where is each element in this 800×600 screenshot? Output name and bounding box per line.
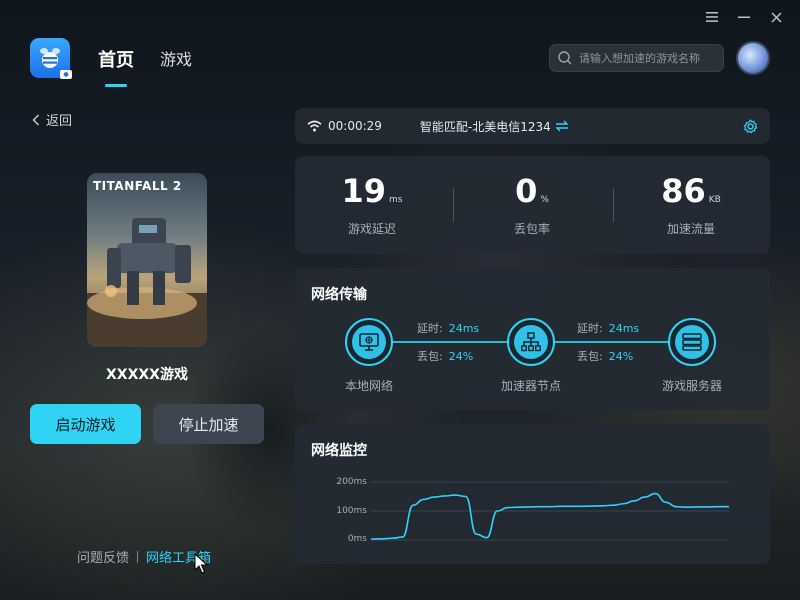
search-box[interactable]: [549, 44, 724, 72]
node-local-network: [345, 318, 393, 366]
stat-traffic: 86 KB 加速流量: [616, 172, 766, 237]
stat-packet-loss-label: 丢包率: [513, 222, 550, 236]
start-game-button[interactable]: 启动游戏: [30, 404, 141, 444]
stat-divider: [453, 188, 454, 222]
search-icon: [558, 51, 572, 65]
link-1-loss: 丢包: 24%: [417, 348, 473, 364]
link-1-latency-label: 延时:: [417, 322, 443, 335]
link-1-latency-value: 24ms: [448, 322, 480, 335]
link-1-loss-value: 24%: [448, 350, 474, 363]
network-node-icon: [521, 332, 541, 352]
stat-traffic-value: 86: [661, 172, 706, 210]
connection-line: [555, 341, 668, 343]
stop-acceleration-button[interactable]: 停止加速: [153, 404, 264, 444]
window-controls: [706, 9, 782, 25]
stat-latency-unit: ms: [389, 195, 403, 205]
network-transmission-panel: 网络传输 本地网络 加速器节点 游戏服务器 延时: 24ms 丢包: 24% 延…: [295, 268, 770, 410]
search-input[interactable]: [579, 51, 719, 65]
link-2-latency-label: 延时:: [577, 322, 603, 335]
stat-packet-loss-unit: %: [540, 195, 549, 205]
link-1-latency: 延时: 24ms: [417, 320, 479, 336]
wifi-icon: [307, 120, 322, 132]
back-label: 返回: [46, 114, 73, 129]
node-accelerator: [507, 318, 555, 366]
network-monitor-panel: 网络监控 200ms 100ms 0ms: [295, 424, 770, 564]
link-2-latency: 延时: 24ms: [577, 320, 639, 336]
feedback-link[interactable]: 问题反馈: [77, 547, 129, 566]
link-2-loss: 丢包: 24%: [577, 348, 633, 364]
tab-home-active-indicator: [105, 84, 127, 87]
cover-title: TITANFALL 2: [93, 179, 182, 193]
stat-traffic-label: 加速流量: [666, 222, 715, 236]
stats-panel: 19 ms 游戏延迟 0% 丢包率 86 KB 加速流量: [295, 156, 770, 254]
route-label: 智能匹配-北美电信1234: [419, 119, 551, 134]
server-icon: [682, 333, 702, 351]
close-icon[interactable]: [770, 9, 782, 25]
stat-packet-loss: 0% 丢包率: [457, 172, 607, 237]
app-logo[interactable]: ●: [30, 38, 72, 79]
stat-latency: 19 ms 游戏延迟: [297, 172, 447, 237]
acceleration-timer: 00:00:29: [328, 119, 382, 133]
mouse-cursor-icon: [194, 553, 209, 574]
stat-divider: [613, 188, 614, 222]
minimize-icon[interactable]: [738, 9, 750, 25]
node-accelerator-label: 加速器节点: [500, 379, 561, 393]
menu-icon[interactable]: [706, 9, 718, 25]
node-local-network-label: 本地网络: [344, 379, 393, 393]
route-bar: 00:00:29 智能匹配-北美电信1234: [295, 108, 770, 144]
logo-badge: ●: [60, 70, 72, 79]
network-transmission-title: 网络传输: [311, 287, 367, 303]
tab-games[interactable]: 游戏: [160, 46, 192, 70]
tab-home[interactable]: 首页: [98, 46, 134, 72]
node-game-server: [668, 318, 716, 366]
back-button[interactable]: 返回: [32, 110, 72, 129]
link-2-latency-value: 24ms: [608, 322, 640, 335]
mech-artwork: [87, 218, 207, 347]
link-2-loss-value: 24%: [608, 350, 634, 363]
footer-links: 问题反馈 网络工具箱: [77, 547, 211, 566]
latency-series-line: [370, 492, 729, 540]
game-name: XXXXX游戏: [106, 367, 188, 383]
stat-packet-loss-value: 0: [515, 172, 538, 210]
switch-route-icon[interactable]: [555, 120, 569, 132]
settings-gear-icon[interactable]: [743, 118, 758, 134]
monitor-icon: [359, 333, 379, 351]
connection-line: [392, 341, 507, 343]
link-2-loss-label: 丢包:: [577, 350, 603, 363]
latency-line-chart: [370, 481, 729, 541]
game-cover-image: TITANFALL 2: [87, 173, 207, 347]
stat-latency-label: 游戏延迟: [347, 222, 396, 236]
chevron-left-icon: [32, 114, 39, 125]
node-game-server-label: 游戏服务器: [661, 379, 722, 393]
stat-traffic-unit: KB: [708, 195, 721, 205]
link-1-loss-label: 丢包:: [417, 350, 443, 363]
link-divider: [137, 550, 139, 563]
bee-logo-icon: [40, 48, 60, 68]
stat-latency-value: 19: [341, 172, 387, 210]
avatar[interactable]: [736, 41, 770, 75]
